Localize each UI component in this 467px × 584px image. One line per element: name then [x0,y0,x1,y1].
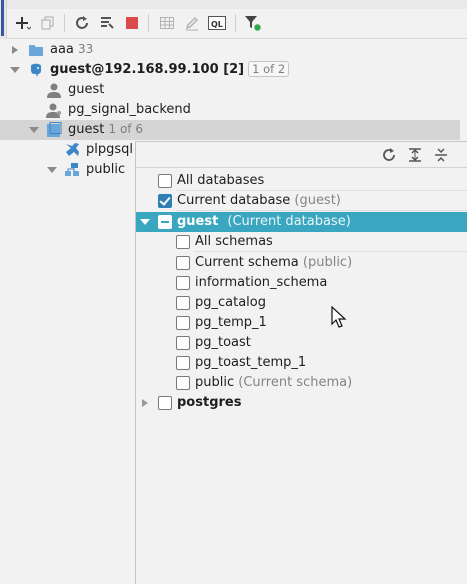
option-label: Current schema [195,255,299,270]
all-schemas-checkbox[interactable] [176,235,190,249]
refresh-icon[interactable] [71,12,93,34]
collapse-all-icon[interactable] [432,146,450,164]
mouse-cursor-icon [331,306,347,328]
chevron-right-icon[interactable] [140,398,150,408]
option-label: postgres [177,395,242,410]
option-label: pg_temp_1 [195,315,267,330]
edit-icon[interactable] [181,12,203,34]
option-schema-pg-toast[interactable]: pg_toast [136,333,467,353]
ql-console-icon[interactable]: QL [206,12,228,34]
option-label: All databases [177,173,265,188]
toolbar-separator [148,14,149,32]
tree-item-label: pg_signal_backend [68,102,191,117]
option-current-schema[interactable]: Current schema (public) [136,253,467,273]
filter-icon[interactable] [242,12,264,34]
tree-item-label: aaa [50,42,74,57]
option-label: All schemas [195,234,273,249]
option-note: (guest) [294,193,341,208]
toolbar-separator [235,14,236,32]
tree-item-user-guest[interactable]: guest [0,80,467,100]
option-label: guest [177,214,219,229]
current-schema-checkbox[interactable] [176,256,190,270]
tree-item-count: 33 [78,42,94,56]
schema-checkbox[interactable] [176,376,190,390]
option-label: public [195,375,235,390]
option-schema-public[interactable]: public (Current schema) [136,373,467,393]
tree-item-label: guest [68,82,105,97]
svg-text:QL: QL [211,20,223,29]
option-all-databases[interactable]: All databases [136,171,467,191]
popup-toolbar [136,142,467,168]
chevron-down-icon[interactable] [10,65,20,75]
option-note: (Current database) [227,214,351,229]
tree-item-label: guest [68,122,105,137]
left-edge-mark [1,0,4,36]
chevron-down-icon[interactable] [29,125,39,135]
option-database-postgres[interactable]: postgres [136,393,467,413]
postgres-elephant-icon [31,63,41,77]
option-label: information_schema [195,275,328,290]
current-database-checkbox[interactable] [158,194,172,208]
tree-item-aaa[interactable]: aaa 33 [0,40,467,60]
option-note: (public) [302,255,353,270]
schema-icon [65,163,79,176]
tree-item-label: plpgsql [86,142,134,157]
schema-checkbox[interactable] [176,296,190,310]
datasource-label: guest@192.168.99.100 [50,62,219,77]
option-schema-pg-toast-temp-1[interactable]: pg_toast_temp_1 [136,353,467,373]
guest-database-checkbox[interactable] [158,215,172,229]
schema-settings-icon[interactable] [96,12,118,34]
tree-item-label: public [86,162,126,177]
option-label: pg_catalog [195,295,266,310]
option-note: (Current schema) [238,375,353,390]
all-databases-checkbox[interactable] [158,174,172,188]
top-strip [0,0,467,9]
expand-all-icon[interactable] [406,146,424,164]
option-schema-information-schema[interactable]: information_schema [136,273,467,293]
schema-checkbox[interactable] [176,336,190,350]
chevron-right-icon[interactable] [10,45,20,55]
table-icon[interactable] [156,12,178,34]
tree-item-role-pg-signal-backend[interactable]: pg_signal_backend [0,100,467,120]
postgres-database-checkbox[interactable] [158,396,172,410]
option-label: Current database [177,193,291,208]
database-toolbar: QL [7,9,467,39]
option-all-schemas[interactable]: All schemas [136,232,467,252]
option-schema-pg-temp-1[interactable]: pg_temp_1 [136,313,467,333]
datasource-count-badge[interactable]: 1 of 2 [248,61,290,77]
datasource-suffix: [2] [223,62,245,77]
option-current-database[interactable]: Current database (guest) [136,191,467,211]
schema-checkbox[interactable] [176,356,190,370]
schema-checkbox[interactable] [176,316,190,330]
schema-checkbox[interactable] [176,276,190,290]
option-schema-pg-catalog[interactable]: pg_catalog [136,293,467,313]
refresh-icon[interactable] [380,146,398,164]
chevron-down-icon[interactable] [140,217,150,227]
language-icon [66,143,79,156]
stop-icon[interactable] [121,12,143,34]
option-label: pg_toast [195,335,251,350]
schema-selection-popup: All databases Current database (guest) g… [135,141,467,584]
tree-item-datasource[interactable]: guest@192.168.99.100 [2] 1 of 2 [0,60,467,80]
tree-item-schema-public[interactable]: public [0,160,135,180]
tree-item-database-guest[interactable]: guest 1 of 6 [0,120,460,140]
chevron-down-icon[interactable] [47,165,57,175]
duplicate-icon[interactable] [37,12,59,34]
role-icon [46,103,61,118]
user-icon [47,83,61,98]
tree-item-count: 1 of 6 [108,122,143,136]
toolbar-separator [64,14,65,32]
folder-icon [29,45,43,56]
tree-item-language-plpgsql[interactable]: plpgsql [0,140,135,160]
database-icon [47,122,62,137]
option-database-guest[interactable]: guest (Current database) [136,212,467,232]
add-icon[interactable] [12,12,34,34]
option-label: pg_toast_temp_1 [195,355,307,370]
